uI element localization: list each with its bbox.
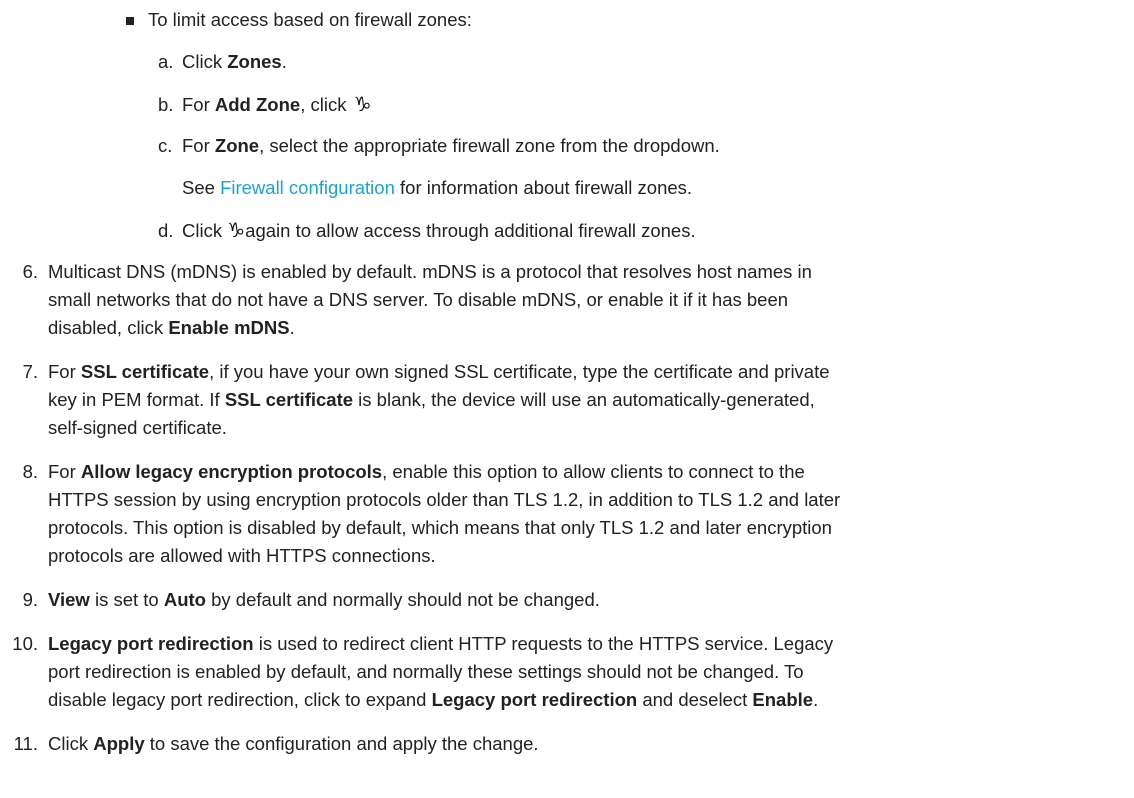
step-text-run: For: [48, 361, 81, 382]
step-text-run: is set to: [89, 589, 164, 610]
step-text: Legacy port redirection is used to redir…: [48, 630, 1116, 714]
ui-term-apply: Apply: [93, 733, 145, 754]
step-line: HTTPS session by using encryption protoc…: [48, 489, 841, 510]
substep-text: , select the appropriate firewall zone f…: [259, 135, 720, 156]
substep-text: See: [182, 177, 221, 198]
ui-term-enable: Enable: [752, 689, 814, 710]
step-line: For Allow legacy encryption protocols, e…: [48, 458, 1116, 486]
step-text: View is set to Auto by default and norma…: [48, 586, 1116, 614]
step-text-run: , enable this option to allow clients to…: [382, 461, 805, 482]
step-text-run: is blank, the device will use an automat…: [353, 389, 815, 410]
ui-term-view: View: [48, 589, 90, 610]
step-text: For SSL certificate, if you have your ow…: [48, 358, 1116, 442]
substep-text: For: [182, 94, 215, 115]
step-number: 8.: [22, 461, 38, 482]
substep-c-continuation: See Firewall configuration for informati…: [182, 174, 692, 202]
step-line: For SSL certificate, if you have your ow…: [48, 358, 1116, 386]
substep-letter: c.: [158, 135, 173, 156]
step-number: 9.: [22, 589, 38, 610]
substep-letter: d.: [158, 220, 174, 241]
step-number: 11.: [13, 733, 38, 754]
step-number: 10.: [12, 633, 38, 654]
ui-term-legacy-port-redirection: Legacy port redirection: [48, 633, 254, 654]
step-line: Multicast DNS (mDNS) is enabled by defau…: [48, 261, 812, 282]
step-line: small networks that do not have a DNS se…: [48, 289, 789, 310]
step-number: 6.: [22, 261, 38, 282]
substep-letter: b.: [158, 94, 174, 115]
step-line: disabled, click Enable mDNS.: [48, 314, 1116, 342]
bullet-text: To limit access based on firewall zones:: [148, 9, 472, 30]
substep-text: Click: [182, 220, 228, 241]
step-line: Click Apply to save the configuration an…: [48, 730, 1116, 758]
step-number: 7.: [22, 361, 38, 382]
ui-term-auto: Auto: [163, 589, 206, 610]
step-text: Click Apply to save the configuration an…: [48, 730, 1116, 758]
substep-c: c. For Zone, select the appropriate firew…: [158, 132, 720, 160]
bullet-marker: [126, 17, 134, 25]
step-line: protocols are allowed with HTTPS connect…: [48, 545, 436, 566]
step-line: self-signed certificate.: [48, 417, 227, 438]
step-text-run: is used to redirect client HTTP requests…: [253, 633, 834, 654]
step-text-run: disable legacy port redirection, click t…: [48, 689, 432, 710]
step-text-run: by default and normally should not be ch…: [205, 589, 600, 610]
ui-term-ssl-certificate: SSL certificate: [80, 361, 210, 382]
substep-letter: a.: [158, 51, 174, 72]
ui-term-legacy-port-redirection: Legacy port redirection: [431, 689, 638, 710]
add-icon: ♑: [353, 92, 372, 116]
substep-d: d. Click ♑again to allow access through a…: [158, 216, 696, 245]
step-line: port redirection is enabled by default, …: [48, 661, 804, 682]
step-text: For Allow legacy encryption protocols, e…: [48, 458, 1116, 570]
step-line: View is set to Auto by default and norma…: [48, 586, 1116, 614]
document-page: To limit access based on firewall zones:…: [0, 0, 1134, 798]
step-text-run: .: [813, 689, 819, 710]
ui-term-enable-mdns: Enable mDNS: [168, 317, 290, 338]
step-text-run: disabled, click: [48, 317, 169, 338]
substep-text: for information about firewall zones.: [394, 177, 693, 198]
step-line: Legacy port redirection is used to redir…: [48, 630, 1116, 658]
step-line: key in PEM format. If SSL certificate is…: [48, 386, 1116, 414]
firewall-configuration-link[interactable]: Firewall configuration: [220, 177, 395, 198]
ui-term-zones: Zones: [227, 51, 282, 72]
step-text-run: , if you have your own signed SSL certif…: [209, 361, 830, 382]
ui-term-allow-legacy-encryption: Allow legacy encryption protocols: [80, 461, 383, 482]
step-text-run: to save the configuration and apply the …: [144, 733, 539, 754]
ui-term-ssl-certificate: SSL certificate: [224, 389, 354, 410]
step-text-run: .: [289, 317, 295, 338]
step-line: protocols. This option is disabled by de…: [48, 517, 832, 538]
add-icon: ♑: [227, 218, 246, 242]
substep-text: Click: [182, 51, 228, 72]
ui-term-zone: Zone: [214, 135, 260, 156]
substep-text: , click: [300, 94, 352, 115]
step-line: disable legacy port redirection, click t…: [48, 686, 1116, 714]
step-text-run: key in PEM format. If: [48, 389, 225, 410]
substep-a: a. Click Zones.: [158, 48, 287, 76]
step-text-run: Click: [48, 733, 94, 754]
substep-text: For: [182, 135, 215, 156]
step-text-run: and deselect: [637, 689, 753, 710]
substep-text: again to allow access through additional…: [245, 220, 696, 241]
step-text: Multicast DNS (mDNS) is enabled by defau…: [48, 258, 1116, 342]
substep-text: .: [281, 51, 287, 72]
substep-b: b. For Add Zone, click ♑: [158, 90, 372, 119]
ui-term-add-zone: Add Zone: [214, 94, 301, 115]
step-text-run: For: [48, 461, 81, 482]
